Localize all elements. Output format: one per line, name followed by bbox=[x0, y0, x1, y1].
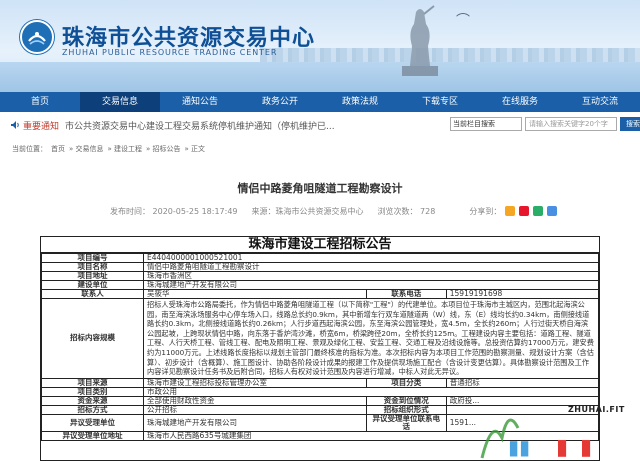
table-row: 建设单位 珠海城建地产开发有限公司 bbox=[41, 280, 599, 290]
contact-value: 吴筱华 bbox=[143, 289, 367, 299]
watermark-text: ZHUHAI.FIT bbox=[568, 405, 625, 414]
nav-item-home[interactable]: 首页 bbox=[0, 92, 80, 112]
nav-item-online-service[interactable]: 在线服务 bbox=[480, 92, 560, 112]
row-label: 资金来源 bbox=[41, 395, 144, 406]
row-value: 珠海市人民西路635号城建集团 bbox=[143, 430, 599, 441]
table-row: 异议受理单位 珠海城建地产开发有限公司 异议受理单位联系电话 1591... bbox=[41, 413, 599, 432]
table-row: 异议受理单位地址 珠海市人民西路635号城建集团 bbox=[41, 430, 599, 441]
share-weibo-icon[interactable] bbox=[519, 206, 530, 216]
bid-info-table: 项目编号 E4404000001000521001 项目名称 情侣中路菱角咀隧道… bbox=[41, 253, 599, 441]
row-value: 公开招标 bbox=[143, 404, 367, 415]
nav-item-policies[interactable]: 政策法规 bbox=[320, 92, 400, 112]
notice-bar: 重要通知 市公共资源交易中心建设工程交易系统停机维护通知（停机维护已... 当前… bbox=[10, 116, 640, 134]
row-value: 全部使用财政性资金 bbox=[143, 395, 367, 406]
sea-graphic bbox=[0, 62, 640, 92]
main-nav: 首页 交易信息 通知公告 政务公开 政策法规 下载专区 在线服务 互动交流 bbox=[0, 92, 640, 112]
row-label: 项目类别 bbox=[41, 386, 144, 397]
phone-value: 15919191698 bbox=[445, 289, 599, 299]
search-input[interactable]: 请输入搜索关键字20个字 bbox=[525, 117, 617, 131]
publish-time: 发布时间： 2020-05-25 18:17:49 bbox=[110, 207, 238, 216]
overview-text: 招标人受珠海市公路局委托，作为情侣中路菱角咀隧道工程（以下简称"工程"）的代建单… bbox=[143, 298, 599, 379]
notice-link[interactable]: 市公共资源交易中心建设工程交易系统停机维护通知（停机维护已... bbox=[65, 119, 365, 132]
article-title: 情侣中路菱角咀隧道工程勘察设计 bbox=[237, 182, 403, 195]
share-more-icon[interactable] bbox=[547, 206, 558, 216]
row-value: 珠海城建地产开发有限公司 bbox=[143, 280, 599, 290]
row-value: 珠海市建设工程招标投标管理办公室 bbox=[143, 377, 367, 388]
nav-item-interaction[interactable]: 互动交流 bbox=[560, 92, 640, 112]
speaker-icon bbox=[11, 121, 19, 129]
nav-item-downloads[interactable]: 下载专区 bbox=[400, 92, 480, 112]
seagull-icon: ⌒ bbox=[456, 13, 470, 29]
notice-label: 重要通知 bbox=[23, 121, 60, 132]
nav-item-gov-affairs[interactable]: 政务公开 bbox=[240, 92, 320, 112]
table-row: 项目编号 E4404000001000521001 bbox=[41, 253, 599, 263]
document-title: 珠海市建设工程招标公告 bbox=[41, 237, 599, 253]
table-row: 项目地址 珠海市香洲区 bbox=[41, 271, 599, 281]
row-value: 市政公用 bbox=[143, 386, 599, 397]
table-row: 项目来源 珠海市建设工程招标投标管理办公室 项目分类 普通招标 bbox=[41, 377, 599, 388]
row-value: 情侣中路菱角咀隧道工程勘察设计 bbox=[143, 262, 599, 272]
row-label-2: 资金到位情况 bbox=[365, 395, 447, 406]
share-qzone-icon[interactable] bbox=[505, 206, 516, 216]
overview-label: 招标内容规模 bbox=[41, 298, 144, 379]
search-scope-select[interactable]: 当前栏目搜索 bbox=[450, 117, 522, 131]
site-header: 珠海市公共资源交易中心 ZHUHAI PUBLIC RESOURCE TRADI… bbox=[0, 0, 640, 92]
table-row: 招标方式 公开招标 招标组织形式 bbox=[41, 404, 599, 415]
search-button[interactable]: 搜索 bbox=[620, 117, 640, 131]
row-label: 招标方式 bbox=[41, 404, 144, 415]
row-value-2: 政府投... bbox=[445, 395, 599, 406]
share-label: 分享到： bbox=[469, 207, 502, 216]
table-row: 联系人 吴筱华 联系电话 15919191698 bbox=[41, 289, 599, 299]
article-meta: 发布时间： 2020-05-25 18:17:49 来源：珠海市公共资源交易中心… bbox=[110, 206, 558, 217]
row-label: 异议受理单位地址 bbox=[41, 430, 144, 441]
row-label: 项目来源 bbox=[41, 377, 144, 388]
view-count: 浏览次数： 728 bbox=[377, 207, 436, 216]
phone-label: 联系电话 bbox=[365, 289, 447, 299]
breadcrumb-bid-notice[interactable]: » 招标公告 bbox=[146, 145, 181, 153]
share-bar: 分享到： bbox=[469, 206, 558, 217]
row-label-2: 招标组织形式 bbox=[365, 404, 447, 415]
bid-notice-document: 珠海市建设工程招标公告 项目编号 E4404000001000521001 项目… bbox=[40, 236, 600, 461]
breadcrumb-construction[interactable]: » 建设工程 bbox=[108, 145, 143, 153]
site-subtitle: ZHUHAI PUBLIC RESOURCE TRADING CENTER bbox=[62, 48, 278, 57]
table-row: 项目名称 情侣中路菱角咀隧道工程勘察设计 bbox=[41, 262, 599, 272]
table-row: 资金来源 全部使用财政性资金 资金到位情况 政府投... bbox=[41, 395, 599, 406]
row-value-2: 1591... bbox=[445, 413, 599, 432]
article-source: 来源：珠海市公共资源交易中心 bbox=[251, 207, 364, 216]
breadcrumb-home[interactable]: 首页 bbox=[51, 145, 65, 153]
breadcrumb-prefix: 当前位置： bbox=[12, 145, 47, 153]
breadcrumb: 当前位置： 首页 » 交易信息 » 建设工程» 招标公告» 正文 bbox=[12, 144, 209, 154]
nav-item-trading-info[interactable]: 交易信息 bbox=[80, 92, 160, 112]
breadcrumb-trading-info[interactable]: » 交易信息 bbox=[69, 145, 104, 153]
row-label: 异议受理单位 bbox=[41, 413, 144, 432]
row-label-2: 项目分类 bbox=[365, 377, 447, 388]
search-area: 当前栏目搜索 请输入搜索关键字20个字 搜索 bbox=[450, 117, 640, 131]
site-logo[interactable] bbox=[20, 20, 54, 54]
row-value-2: 普通招标 bbox=[445, 377, 599, 388]
table-row: 项目类别 市政公用 bbox=[41, 386, 599, 397]
contact-label: 联系人 bbox=[41, 289, 144, 299]
row-label-2: 异议受理单位联系电话 bbox=[365, 413, 447, 432]
nav-item-notices[interactable]: 通知公告 bbox=[160, 92, 240, 112]
table-row: 招标内容规模 招标人受珠海市公路局委托，作为情侣中路菱角咀隧道工程（以下简称"工… bbox=[41, 298, 599, 379]
row-value: 珠海城建地产开发有限公司 bbox=[143, 413, 367, 432]
breadcrumb-current: » 正文 bbox=[184, 145, 206, 153]
fisher-girl-statue-graphic bbox=[402, 5, 438, 76]
share-wechat-icon[interactable] bbox=[533, 206, 544, 216]
